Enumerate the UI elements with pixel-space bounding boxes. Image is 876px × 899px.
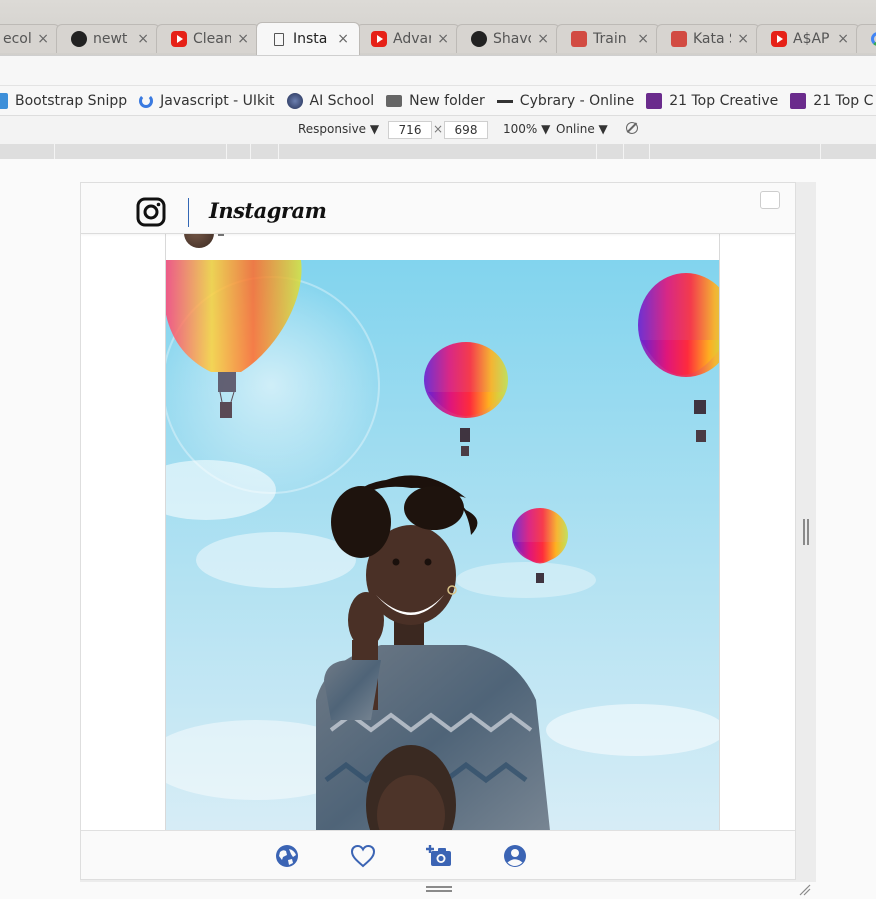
chevron-down-icon: ▼ [598, 122, 608, 136]
tab-google[interactable] [856, 24, 876, 53]
close-icon[interactable]: × [737, 31, 749, 47]
close-icon[interactable]: × [537, 31, 549, 47]
device-label: Responsive [298, 122, 367, 136]
youtube-icon [371, 31, 387, 47]
zoom-label: 100% [503, 122, 538, 136]
youtube-icon [171, 31, 187, 47]
colorlib-icon [790, 93, 807, 109]
tab-title: Shavo [493, 31, 531, 47]
app-wordmark[interactable]: Instagram [209, 198, 327, 223]
codewars-icon [571, 31, 587, 47]
uikit-icon [139, 94, 154, 108]
header-menu-toggle[interactable] [760, 191, 780, 209]
resize-handle-right[interactable] [803, 519, 809, 545]
tab-title: Train [593, 31, 627, 47]
close-icon[interactable]: × [137, 31, 149, 47]
instagram-icon[interactable] [136, 197, 166, 227]
zoom-select[interactable]: 100% ▼ [503, 122, 550, 136]
bookmarks-bar: Bootstrap Snipp Javascript - UIkit AI Sc… [0, 85, 876, 116]
cybrary-icon [496, 99, 513, 103]
globe-icon[interactable] [274, 843, 300, 869]
codewars-icon [671, 31, 687, 47]
bookmark-label: 21 Top C [813, 93, 874, 109]
close-icon[interactable]: × [437, 31, 449, 47]
bookmark-colorlib-1[interactable]: 21 Top Creative [646, 93, 778, 109]
tab-train[interactable]: Train × [556, 24, 660, 53]
tab-title: Clean [193, 31, 232, 47]
post-card [165, 218, 720, 879]
bookmark-bootstrap[interactable]: Bootstrap Snipp [0, 93, 127, 109]
bookmark-ai-school[interactable]: AI School [286, 93, 375, 109]
tab-kata[interactable]: Kata S × [656, 24, 760, 53]
youtube-icon [771, 31, 787, 47]
network-label: Online [556, 122, 595, 136]
document-icon [274, 32, 284, 46]
tab-asap[interactable]: A$AP × [756, 24, 860, 53]
bookmark-colorlib-2[interactable]: 21 Top C [790, 93, 873, 109]
close-icon[interactable]: × [337, 31, 349, 47]
bookmark-label: Cybrary - Online [519, 93, 635, 109]
folder-icon [386, 95, 403, 107]
tab-shavo[interactable]: Shavo × [456, 24, 560, 53]
close-icon[interactable]: × [37, 31, 49, 47]
chevron-down-icon: ▼ [541, 122, 551, 136]
tab-title: ecoll [3, 31, 31, 47]
viewport-height-input[interactable]: 698 [444, 121, 488, 139]
tab-clean[interactable]: Clean × [156, 24, 260, 53]
bootstrap-icon [0, 93, 8, 109]
device-toolbar: Responsive ▼ 716 × 698 100% ▼ Online ▼ [0, 115, 876, 145]
user-circle-icon[interactable] [502, 843, 528, 869]
close-icon[interactable]: × [237, 31, 249, 47]
colorlib-icon [646, 93, 663, 109]
bottom-nav [81, 830, 795, 879]
resize-handle-bottom[interactable] [426, 886, 452, 892]
tab-title: newt [93, 31, 128, 47]
header-divider [188, 198, 189, 227]
add-camera-icon[interactable] [426, 843, 452, 869]
ai-school-icon [286, 93, 303, 109]
tab-title: Kata S [693, 31, 731, 47]
bookmark-label: New folder [409, 93, 485, 109]
tab-newt[interactable]: newt × [56, 24, 160, 53]
emulated-page: Instagram [80, 182, 796, 880]
tab-advar[interactable]: Advar × [356, 24, 460, 53]
bookmark-label: Javascript - UIkit [160, 93, 275, 109]
tab-ecoll[interactable]: ecoll × [0, 24, 60, 53]
chevron-down-icon: ▼ [369, 122, 380, 136]
tab-title: Insta [293, 31, 328, 47]
bookmark-label: Bootstrap Snipp [15, 93, 128, 109]
bookmark-label: 21 Top Creative [669, 93, 779, 109]
network-throttle-select[interactable]: Online ▼ [556, 122, 608, 136]
close-icon[interactable]: × [637, 31, 649, 47]
tab-title: Advar [393, 31, 432, 47]
tab-title: A$AP [793, 31, 830, 47]
bookmark-label: AI School [309, 93, 375, 109]
resize-corner-icon[interactable] [799, 884, 811, 896]
bookmark-cybrary[interactable]: Cybrary - Online [496, 93, 635, 109]
dimension-separator: × [433, 122, 444, 136]
rotate-icon[interactable] [626, 122, 638, 134]
device-select[interactable]: Responsive ▼ [298, 122, 379, 136]
media-query-ruler [0, 144, 876, 159]
app-header: Instagram [81, 183, 795, 234]
heart-icon[interactable] [350, 843, 376, 869]
viewport-width-input[interactable]: 716 [388, 121, 432, 139]
github-icon [471, 31, 487, 47]
address-bar-area [0, 55, 876, 86]
browser-tab-strip: ecoll × newt × Clean × Insta × Advar × S… [0, 0, 876, 57]
tab-insta[interactable]: Insta × [256, 22, 360, 55]
bookmark-uikit[interactable]: Javascript - UIkit [139, 93, 275, 109]
bookmark-new-folder[interactable]: New folder [386, 93, 485, 109]
google-icon [871, 32, 876, 46]
github-icon [71, 31, 87, 47]
close-icon[interactable]: × [837, 31, 849, 47]
post-username-stub [218, 234, 224, 236]
post-image[interactable] [166, 260, 719, 840]
